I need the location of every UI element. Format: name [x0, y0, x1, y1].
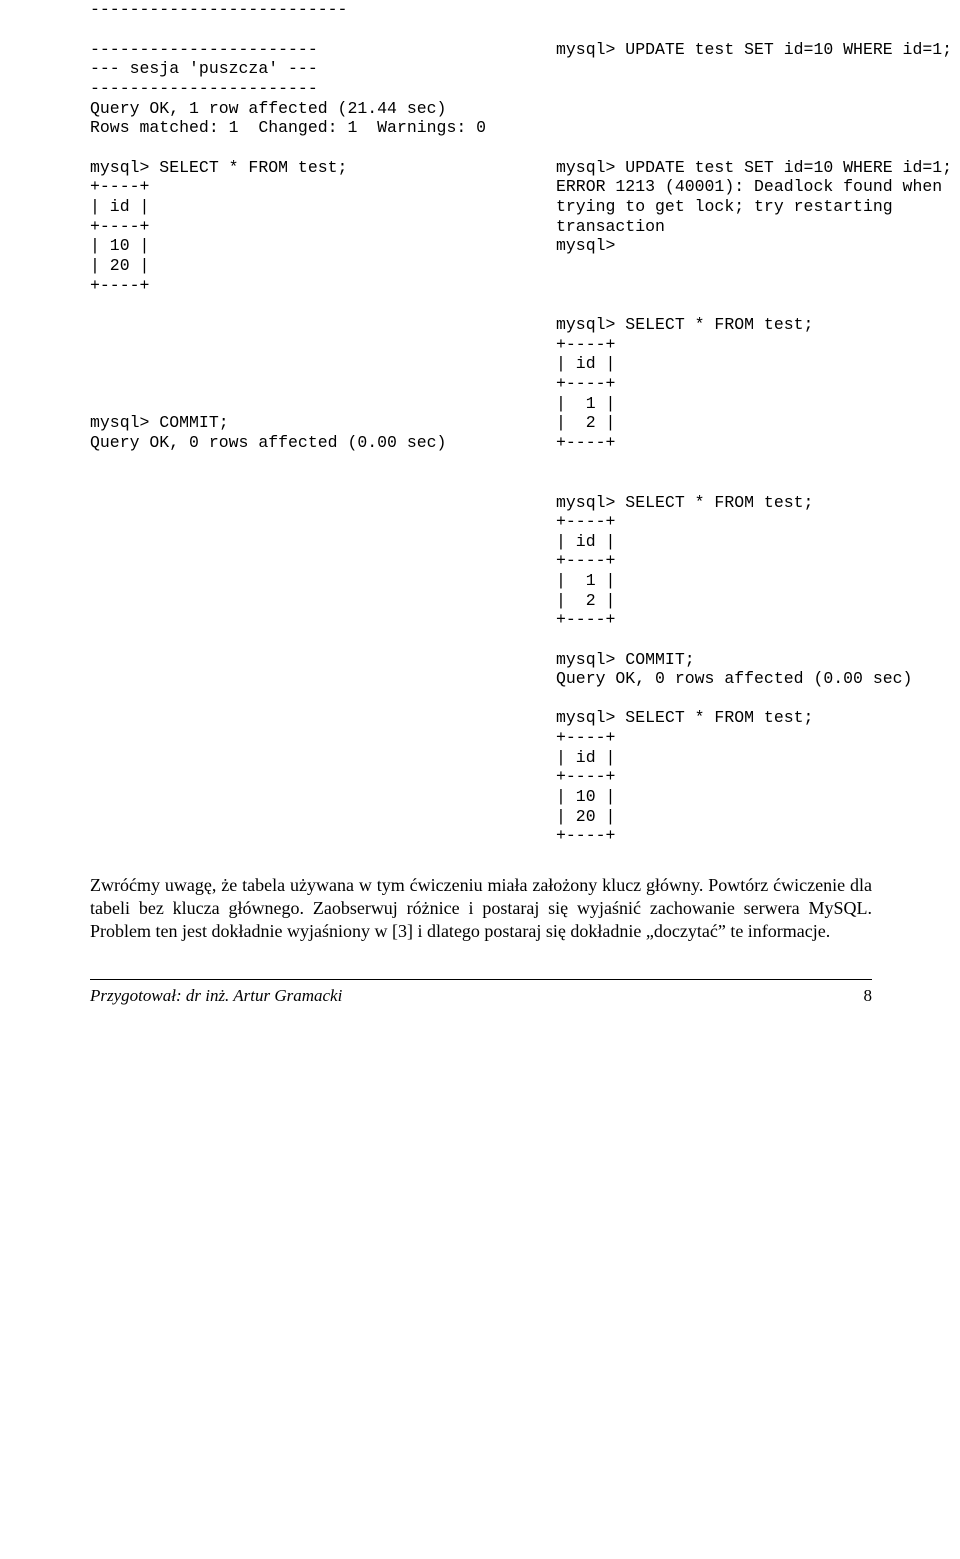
update-stmt-right: mysql> UPDATE test SET id=10 WHERE id=1;: [556, 40, 952, 60]
final-right-block: mysql> SELECT * FROM test; +----+ | id |…: [556, 493, 912, 846]
body-paragraph: Zwróćmy uwagę, że tabela używana w tym ć…: [90, 874, 872, 943]
select-left-1: mysql> SELECT * FROM test; +----+ | id |…: [90, 158, 546, 295]
footer-rule: [90, 979, 872, 980]
footer-author: Przygotował: dr inż. Artur Gramacki: [90, 986, 342, 1006]
top-dash-line: --------------------------: [90, 0, 872, 20]
commit-left: mysql> COMMIT; Query OK, 0 rows affected…: [90, 413, 546, 452]
page-number: 8: [864, 986, 873, 1006]
deadlock-right: mysql> UPDATE test SET id=10 WHERE id=1;…: [556, 158, 952, 256]
session-header-left: ----------------------- --- sesja 'puszc…: [90, 40, 546, 138]
select-right-2: mysql> SELECT * FROM test; +----+ | id |…: [556, 315, 813, 452]
